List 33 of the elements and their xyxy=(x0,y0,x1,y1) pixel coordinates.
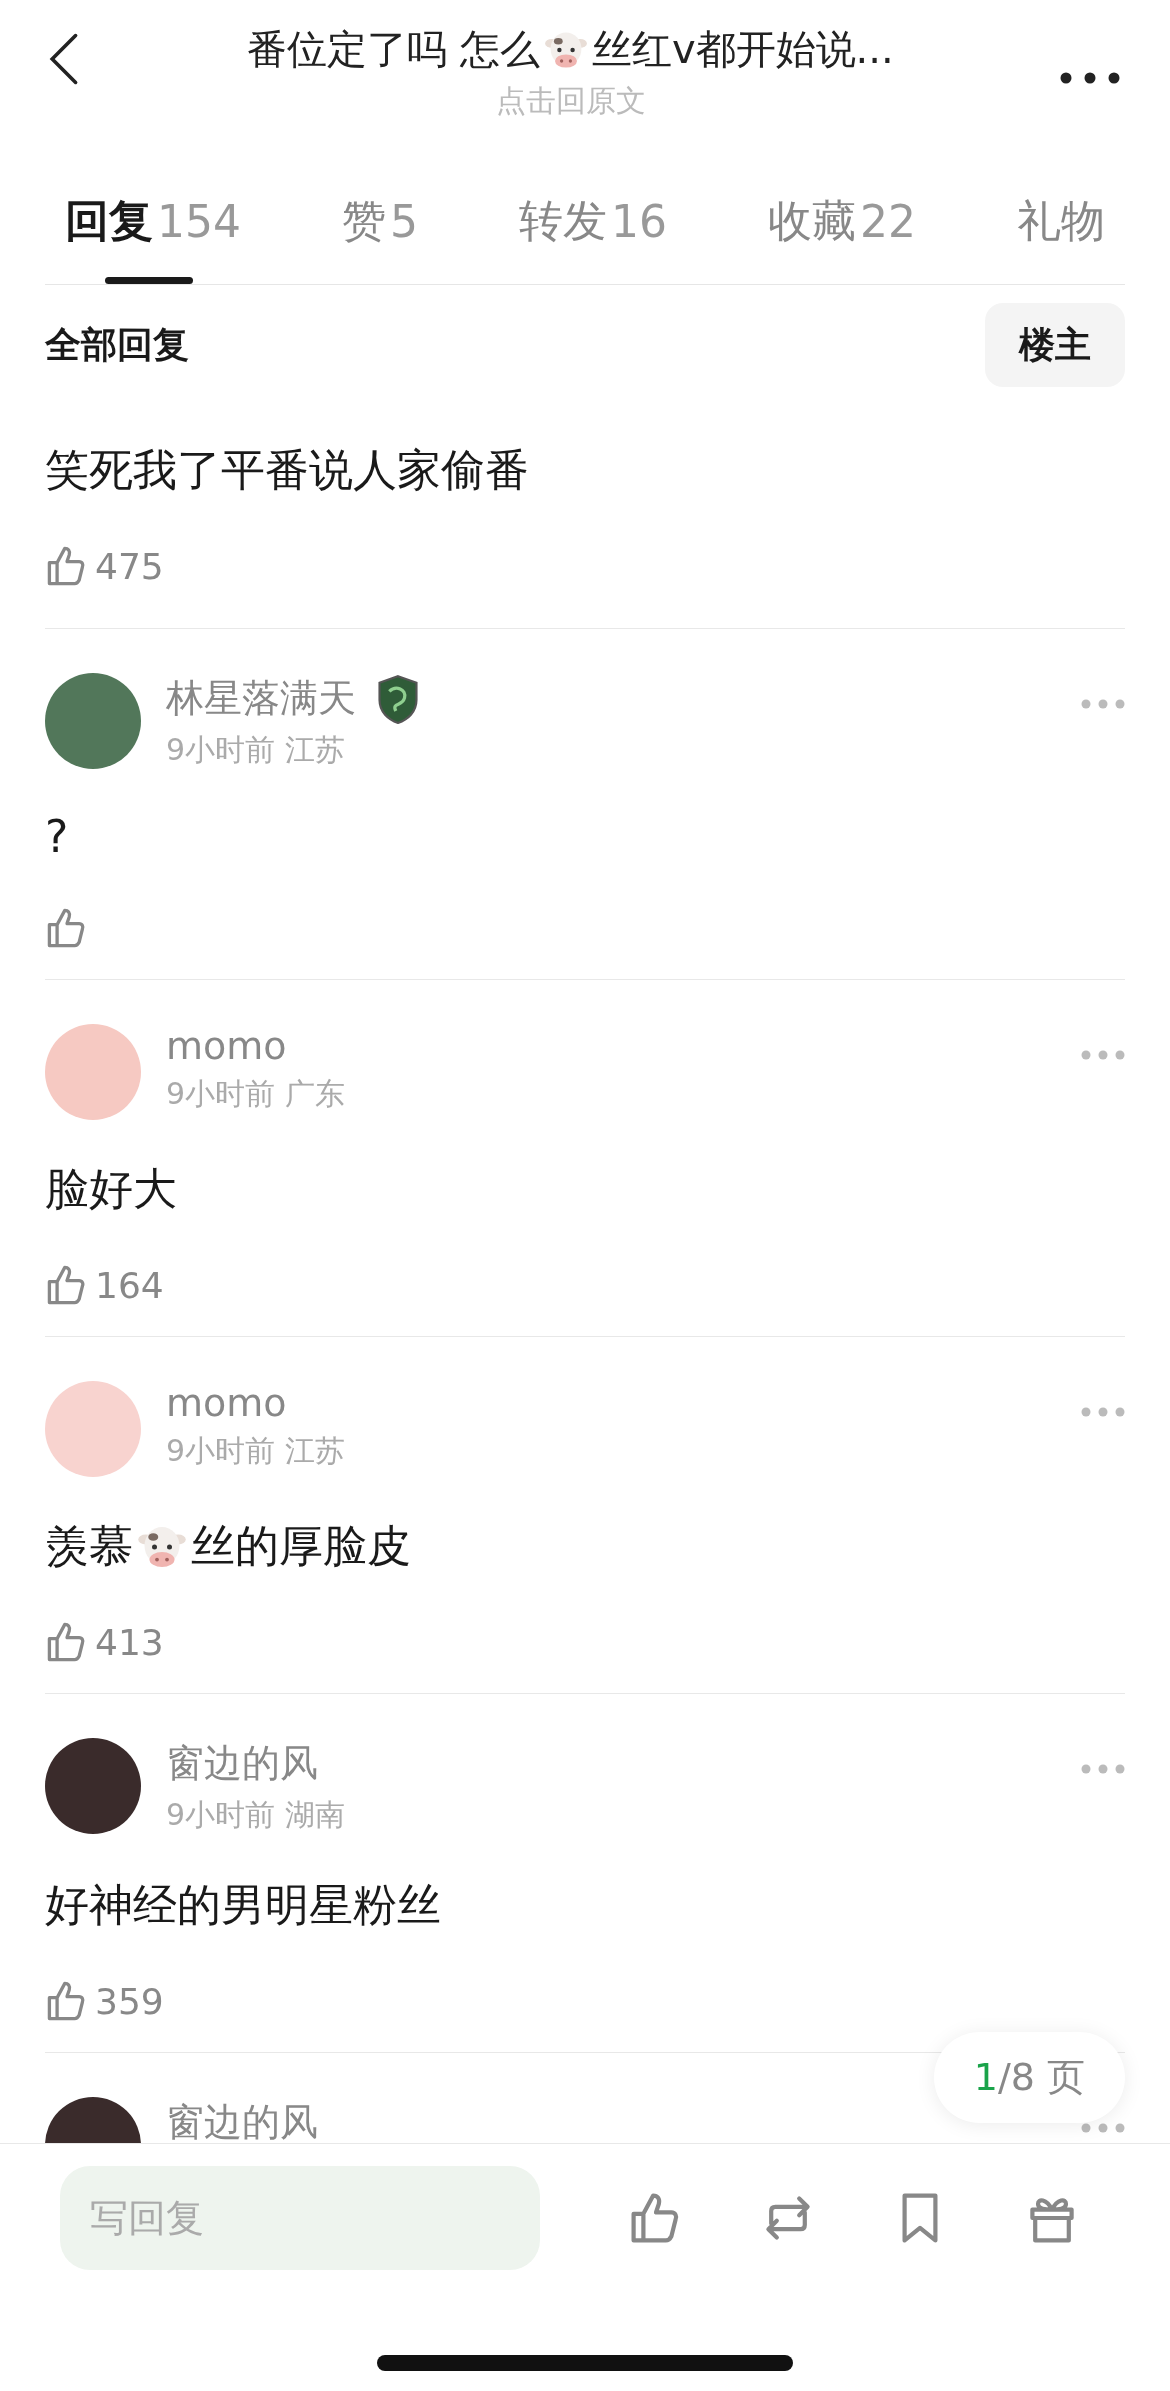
user-name[interactable]: momo xyxy=(166,1024,287,1068)
user-name[interactable]: 窗边的风 xyxy=(166,2097,318,2143)
text: ? xyxy=(45,811,69,862)
text: 番位定了吗 怎么 xyxy=(247,25,540,74)
tab[interactable]: 转发 16 xyxy=(519,158,667,284)
tab[interactable]: 收藏 22 xyxy=(768,158,916,284)
view-original-link[interactable]: 点击回原文 xyxy=(495,81,646,122)
reply-field[interactable]: 写回复 xyxy=(60,2166,540,2270)
text: 脸好大 xyxy=(45,1162,177,1216)
more-icon[interactable] xyxy=(1060,72,1120,84)
tab[interactable]: 回复 154 xyxy=(65,158,241,284)
page-indicator[interactable]: 1/8 页 xyxy=(933,2032,1125,2123)
like-count: 475 xyxy=(95,545,164,587)
text: 丝的厚脸皮 xyxy=(191,1519,411,1573)
quote-text: 笑死我了平番说人家偷番 xyxy=(45,443,530,497)
user-name[interactable]: 林星落满天 xyxy=(166,673,356,724)
time-location: 9小时前 湖南 xyxy=(166,1796,346,1834)
avatar[interactable] xyxy=(45,1738,141,1834)
time-location: 9小时前 广东 xyxy=(166,1075,346,1113)
author-filter-button[interactable]: 楼主 xyxy=(985,303,1125,387)
like-count: 413 xyxy=(95,1621,164,1663)
section-title: 全部回复 xyxy=(45,322,189,367)
like-count: 164 xyxy=(95,1264,164,1306)
time-location: 9小时前 江苏 xyxy=(166,1432,346,1470)
like-count: 359 xyxy=(95,1980,164,2022)
text: 丝红v都开始说... xyxy=(591,25,894,74)
user-name[interactable]: 窗边的风 xyxy=(166,1738,318,1789)
tab[interactable]: 礼物 xyxy=(1017,158,1105,284)
text: 羡慕 xyxy=(45,1519,133,1573)
tab[interactable]: 赞5 xyxy=(342,158,418,284)
text: 好神经的男明星粉丝 xyxy=(45,1878,441,1932)
time-location: 9小时前 江苏 xyxy=(166,731,346,769)
user-name[interactable]: momo xyxy=(166,1381,287,1425)
